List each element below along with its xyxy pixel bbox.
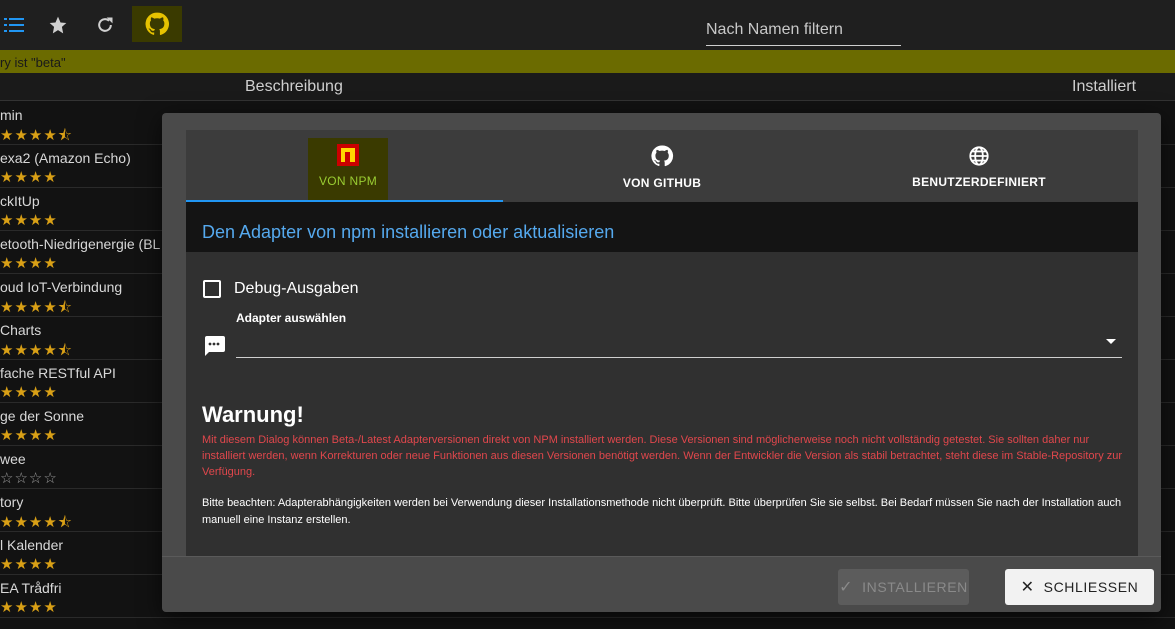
debug-checkbox-label[interactable]: Debug-Ausgaben <box>234 280 359 298</box>
install-button[interactable]: ✓ INSTALLIEREN <box>838 569 969 605</box>
tab-npm-label: VON NPM <box>318 174 378 188</box>
close-button[interactable]: ✕ SCHLIESSEN <box>1005 569 1154 605</box>
install-dialog: VON NPM VON GITHUB BENUTZERDEFINIERT Den… <box>162 113 1161 612</box>
check-icon: ✓ <box>839 579 854 596</box>
warning-title: Warnung! <box>202 402 304 427</box>
tab-bar: VON NPM VON GITHUB BENUTZERDEFINIERT <box>186 130 1138 202</box>
npm-icon <box>337 144 359 166</box>
close-icon: ✕ <box>1020 579 1035 596</box>
dialog-header: Den Adapter von npm installieren oder ak… <box>186 202 1138 252</box>
app-root: Nach Namen filtern ry ist "beta" Beschre… <box>0 0 1175 629</box>
adapter-select[interactable] <box>236 330 1122 358</box>
note-text: Bitte beachten: Adapterabhängigkeiten we… <box>202 497 1122 526</box>
install-button-label: INSTALLIEREN <box>862 579 968 595</box>
adapter-select-label: Adapter auswählen <box>236 311 347 325</box>
dialog-content: VON NPM VON GITHUB BENUTZERDEFINIERT Den… <box>186 130 1138 556</box>
dialog-title: Den Adapter von npm installieren oder ak… <box>202 222 615 242</box>
tab-github-label: VON GITHUB <box>622 176 702 190</box>
chevron-down-icon <box>1106 339 1116 344</box>
tab-npm[interactable]: VON NPM <box>308 138 388 200</box>
close-button-label: SCHLIESSEN <box>1043 579 1139 595</box>
warning-text: Mit diesem Dialog können Beta-/Latest Ad… <box>202 434 1123 478</box>
debug-checkbox[interactable] <box>203 280 221 298</box>
dialog-actions: ✓ INSTALLIEREN ✕ SCHLIESSEN <box>162 556 1161 612</box>
message-icon <box>203 336 225 356</box>
github-icon <box>651 145 674 167</box>
debug-checkbox-row[interactable]: Debug-Ausgaben <box>203 280 359 298</box>
globe-icon <box>969 146 989 166</box>
tab-custom-label: BENUTZERDEFINIERT <box>912 175 1046 189</box>
